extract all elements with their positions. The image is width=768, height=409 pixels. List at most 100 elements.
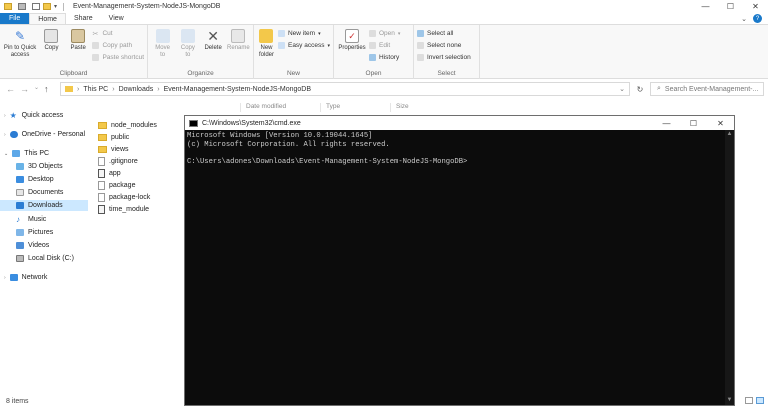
rename-button[interactable]: Rename: [227, 27, 250, 69]
cmd-window[interactable]: C:\Windows\System32\cmd.exe — ☐ ✕ Micros…: [184, 115, 735, 406]
file-name: .gitignore: [109, 158, 138, 165]
edit-label: Edit: [379, 42, 391, 49]
list-item[interactable]: node_modules: [98, 120, 157, 131]
nav-quick-access[interactable]: › ★ Quick access: [4, 110, 67, 121]
scroll-up-icon[interactable]: ▲: [725, 130, 734, 139]
select-all-button[interactable]: Select all: [417, 29, 471, 38]
copy-to-button[interactable]: Copy to: [176, 27, 199, 69]
nav-downloads[interactable]: Downloads: [0, 200, 88, 211]
paste-shortcut-button[interactable]: Paste shortcut: [92, 53, 144, 62]
nav-onedrive[interactable]: › OneDrive - Personal: [4, 129, 89, 140]
tab-file[interactable]: File: [0, 13, 30, 24]
new-item-button[interactable]: New item ▾: [277, 29, 330, 38]
select-none-button[interactable]: Select none: [417, 41, 471, 50]
delete-button[interactable]: ✕ Delete: [202, 27, 225, 69]
pin-quick-access-button[interactable]: ✎ Pin to Quick access: [3, 27, 37, 69]
move-to-icon: [155, 29, 170, 43]
column-separator[interactable]: [320, 103, 321, 112]
cut-button[interactable]: ✂ Cut: [92, 29, 144, 38]
chevron-right-icon[interactable]: ›: [4, 275, 6, 281]
new-folder-button[interactable]: New folder: [257, 27, 276, 69]
chevron-right-icon[interactable]: ›: [157, 86, 159, 93]
move-to-button[interactable]: Move to: [151, 27, 174, 69]
breadcrumb-current-folder[interactable]: Event-Management-System-NodeJS-MongoDB: [164, 86, 311, 93]
column-separator[interactable]: [240, 103, 241, 112]
list-item[interactable]: .gitignore: [98, 156, 138, 167]
recent-dropdown-icon[interactable]: ⌄: [34, 84, 39, 94]
address-row: ← → ⌄ ↑ › This PC › Downloads › Event-Ma…: [0, 80, 768, 98]
breadcrumb-downloads[interactable]: Downloads: [119, 86, 154, 93]
list-item[interactable]: views: [98, 144, 129, 155]
nav-pictures[interactable]: Pictures: [16, 227, 57, 238]
easy-access-button[interactable]: Easy access ▾: [277, 41, 330, 50]
details-view-icon[interactable]: [745, 397, 753, 404]
tab-home[interactable]: Home: [29, 13, 66, 24]
cmd-maximize-button[interactable]: ☐: [680, 116, 707, 130]
properties-icon[interactable]: [32, 3, 40, 10]
tab-view[interactable]: View: [101, 13, 132, 24]
maximize-button[interactable]: ☐: [718, 0, 743, 13]
cmd-close-button[interactable]: ✕: [707, 116, 734, 130]
file-name: package: [109, 182, 136, 189]
file-icon: [98, 157, 105, 166]
properties-button[interactable]: ✓ Properties: [337, 27, 367, 69]
open-button[interactable]: Open ▾: [369, 29, 400, 38]
nav-local-disk[interactable]: Local Disk (C:): [16, 253, 78, 264]
cmd-minimize-button[interactable]: —: [653, 116, 680, 130]
nav-3d-objects[interactable]: 3D Objects: [16, 161, 67, 172]
invert-selection-button[interactable]: Invert selection: [417, 53, 471, 62]
nav-documents[interactable]: Documents: [16, 187, 67, 198]
cmd-title-bar[interactable]: C:\Windows\System32\cmd.exe: [185, 116, 734, 130]
minimize-button[interactable]: —: [693, 0, 718, 13]
back-arrow-icon[interactable]: ←: [6, 84, 15, 94]
tab-share[interactable]: Share: [66, 13, 101, 24]
nav-network[interactable]: › Network: [4, 272, 51, 283]
nav-network-label: Network: [21, 274, 48, 281]
forward-arrow-icon[interactable]: →: [20, 84, 29, 94]
list-item[interactable]: package: [98, 180, 135, 191]
chevron-right-icon[interactable]: ›: [112, 86, 114, 93]
nav-music[interactable]: ♪ Music: [16, 214, 50, 225]
address-bar[interactable]: › This PC › Downloads › Event-Management…: [60, 82, 630, 96]
customize-toolbar-icon[interactable]: ▾: [54, 3, 60, 10]
nav-videos[interactable]: Videos: [16, 240, 53, 251]
new-small-buttons: New item ▾ Easy access ▾: [277, 27, 330, 69]
console-line: Microsoft Windows [Version 10.0.19044.16…: [187, 132, 373, 140]
console-output[interactable]: Microsoft Windows [Version 10.0.19044.16…: [187, 132, 724, 403]
collapse-ribbon-icon[interactable]: ⌄: [741, 15, 747, 23]
breadcrumb-this-pc[interactable]: This PC: [83, 86, 108, 93]
list-item[interactable]: time_module: [98, 204, 149, 215]
chevron-right-icon[interactable]: ›: [4, 113, 6, 119]
list-item[interactable]: app: [98, 168, 121, 179]
scroll-down-icon[interactable]: ▼: [725, 396, 734, 405]
copy-path-button[interactable]: Copy path: [92, 41, 144, 50]
new-folder-icon[interactable]: [43, 3, 51, 10]
column-type[interactable]: Type: [326, 103, 340, 113]
chevron-right-icon[interactable]: ›: [4, 132, 6, 138]
edit-button[interactable]: Edit: [369, 41, 400, 50]
paste-button[interactable]: Paste: [66, 27, 91, 69]
delete-icon: ✕: [207, 28, 219, 44]
up-arrow-icon[interactable]: ↑: [44, 84, 49, 94]
chevron-right-icon[interactable]: ›: [77, 86, 79, 93]
column-size[interactable]: Size: [396, 103, 409, 113]
column-separator[interactable]: [390, 103, 391, 112]
cmd-scrollbar[interactable]: ▲ ▼: [725, 130, 734, 405]
close-button[interactable]: ✕: [743, 0, 768, 13]
address-dropdown-icon[interactable]: ⌄: [619, 85, 625, 93]
star-icon: ★: [9, 111, 17, 120]
search-box[interactable]: ⌕ Search Event-Management-...: [650, 82, 764, 96]
large-icons-view-icon[interactable]: [756, 397, 764, 404]
history-button[interactable]: History: [369, 53, 400, 62]
file-name: time_module: [109, 206, 150, 213]
cmd-window-controls: — ☐ ✕: [653, 116, 734, 130]
list-item[interactable]: public: [98, 132, 129, 143]
nav-desktop[interactable]: Desktop: [16, 174, 58, 185]
copy-button[interactable]: Copy: [39, 27, 64, 69]
help-icon[interactable]: ?: [753, 14, 762, 23]
nav-this-pc[interactable]: ⌄ This PC: [4, 148, 53, 159]
list-item[interactable]: package-lock: [98, 192, 150, 203]
column-date-modified[interactable]: Date modified: [246, 103, 286, 113]
chevron-down-icon[interactable]: ⌄: [4, 151, 8, 157]
refresh-icon[interactable]: ↻: [634, 82, 646, 96]
